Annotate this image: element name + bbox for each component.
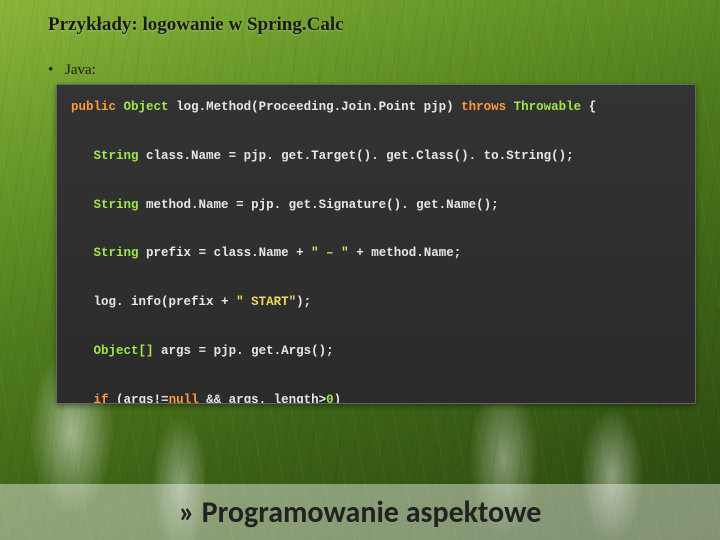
code-id: method.Name; — [371, 246, 461, 260]
code-type: Throwable — [514, 100, 582, 114]
slide-title: Przykłady: logowanie w Spring.Calc — [48, 14, 344, 36]
code-str: " – " — [311, 246, 349, 260]
bullet-java: Java: — [48, 62, 96, 79]
code-op: = — [199, 246, 207, 260]
code-str: " START" — [236, 295, 296, 309]
code-id: log.Method(Proceeding.Join.Point pjp) — [176, 100, 454, 114]
code-kw: null — [169, 393, 199, 405]
footer-title: » Programowanie aspektowe — [179, 494, 542, 531]
code-type: Object — [124, 100, 169, 114]
code-op: + — [356, 246, 364, 260]
code-op: + — [221, 295, 229, 309]
code-id: class.Name — [146, 149, 221, 163]
code-id: log. info(prefix — [94, 295, 214, 309]
code-block: public Object log.Method(Proceeding.Join… — [56, 84, 696, 404]
code-id: args. length> — [229, 393, 327, 405]
code-id: pjp. get.Signature(). get.Name(); — [251, 198, 499, 212]
code-num: 0 — [326, 393, 334, 405]
code-id: ); — [296, 295, 311, 309]
footer-bar: » Programowanie aspektowe — [0, 484, 720, 540]
code-kw: if — [94, 393, 109, 405]
code-id: prefix — [146, 246, 191, 260]
code-id: method.Name — [146, 198, 229, 212]
code-id: pjp. get.Args(); — [214, 344, 334, 358]
code-kw: public — [71, 100, 116, 114]
code-type: Object[] — [94, 344, 154, 358]
code-type: String — [94, 149, 139, 163]
code-op: = — [199, 344, 207, 358]
code-op: (args!= — [116, 393, 169, 405]
code-op: = — [236, 198, 244, 212]
code-op: && — [206, 393, 221, 405]
code-id: pjp. get.Target(). get.Class(). to.Strin… — [244, 149, 574, 163]
code-kw: throws — [461, 100, 506, 114]
code-id: class.Name — [214, 246, 289, 260]
code-op: ) — [334, 393, 342, 405]
code-op: + — [296, 246, 304, 260]
code-type: String — [94, 246, 139, 260]
code-op: = — [229, 149, 237, 163]
code-op: { — [589, 100, 597, 114]
code-id: args — [161, 344, 191, 358]
code-type: String — [94, 198, 139, 212]
